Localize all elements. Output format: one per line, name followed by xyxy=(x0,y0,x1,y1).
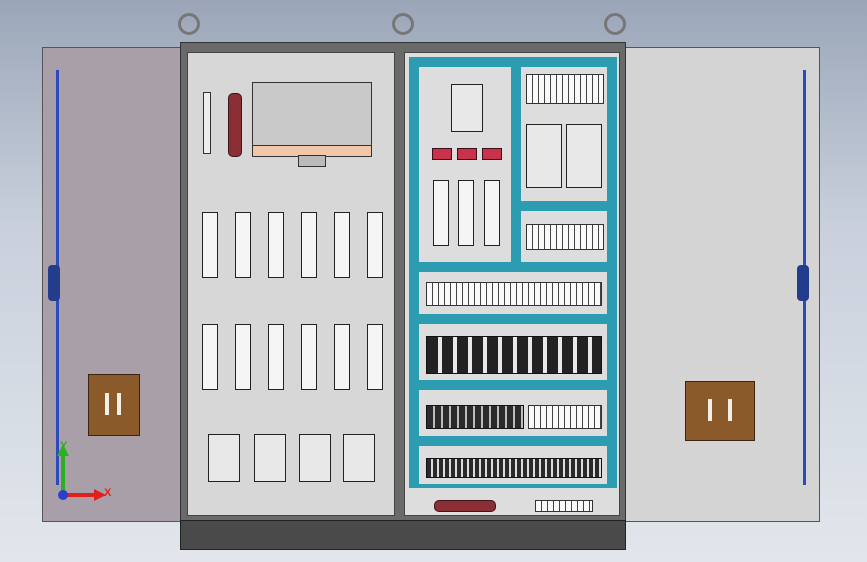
bottom-terminal-row xyxy=(426,458,602,478)
terminal-strip xyxy=(426,282,602,306)
neutral-busbar xyxy=(434,500,496,512)
cable-duct-horizontal xyxy=(419,380,607,390)
relay-module xyxy=(484,180,500,246)
io-terminal-row xyxy=(426,405,524,429)
contactor-module xyxy=(235,212,251,278)
cable-duct-horizontal xyxy=(419,314,607,324)
cable-duct-small xyxy=(521,201,607,211)
terminal-block xyxy=(526,74,604,104)
contactor-module xyxy=(202,212,218,278)
right-door-lock[interactable] xyxy=(685,381,755,441)
indicator-block xyxy=(457,148,477,160)
left-door-lock[interactable] xyxy=(88,374,140,436)
terminal-block xyxy=(526,224,604,250)
x-axis-label: X xyxy=(104,487,112,499)
ground-busbar xyxy=(228,93,242,157)
circuit-breaker xyxy=(254,434,286,482)
indicator-block xyxy=(482,148,502,160)
power-supply-unit xyxy=(526,124,562,188)
cable-duct-middle xyxy=(511,67,521,262)
cable-duct-horizontal xyxy=(419,262,607,272)
main-switch-base xyxy=(298,155,326,167)
contactor-module xyxy=(301,212,317,278)
relay-bank xyxy=(426,336,602,374)
contactor-module xyxy=(268,324,284,390)
cable-duct-horizontal xyxy=(419,436,607,446)
left-door-handle[interactable] xyxy=(48,265,60,301)
circuit-breaker xyxy=(343,434,375,482)
cable-duct-right xyxy=(607,57,617,487)
relay-module xyxy=(433,180,449,246)
main-breaker xyxy=(451,84,483,132)
contactor-module xyxy=(235,324,251,390)
contactor-module xyxy=(301,324,317,390)
lifting-eye-icon xyxy=(178,13,200,35)
lifting-eye-icon xyxy=(392,13,414,35)
power-supply-unit xyxy=(566,124,602,188)
origin-icon xyxy=(58,490,68,500)
circuit-breaker xyxy=(299,434,331,482)
relay-module xyxy=(458,180,474,246)
io-terminal-row xyxy=(528,405,602,429)
right-door-handle[interactable] xyxy=(797,265,809,301)
cable-duct-top xyxy=(409,57,617,67)
cable-duct-left xyxy=(409,57,419,487)
coordinate-triad xyxy=(57,444,106,501)
y-axis-label: Y xyxy=(60,440,68,452)
ground-terminal-row xyxy=(535,500,593,512)
contactor-module xyxy=(367,324,383,390)
cabinet-plinth xyxy=(180,520,626,550)
right-cabinet-door xyxy=(620,47,820,522)
terminal-strip-vertical xyxy=(203,92,211,154)
main-switch-block xyxy=(252,82,372,152)
contactor-module xyxy=(334,324,350,390)
contactor-module xyxy=(202,324,218,390)
contactor-module xyxy=(268,212,284,278)
contactor-module xyxy=(334,212,350,278)
circuit-breaker xyxy=(208,434,240,482)
indicator-block xyxy=(432,148,452,160)
cable-duct-bottom xyxy=(409,484,617,488)
contactor-module xyxy=(367,212,383,278)
lifting-eye-icon xyxy=(604,13,626,35)
